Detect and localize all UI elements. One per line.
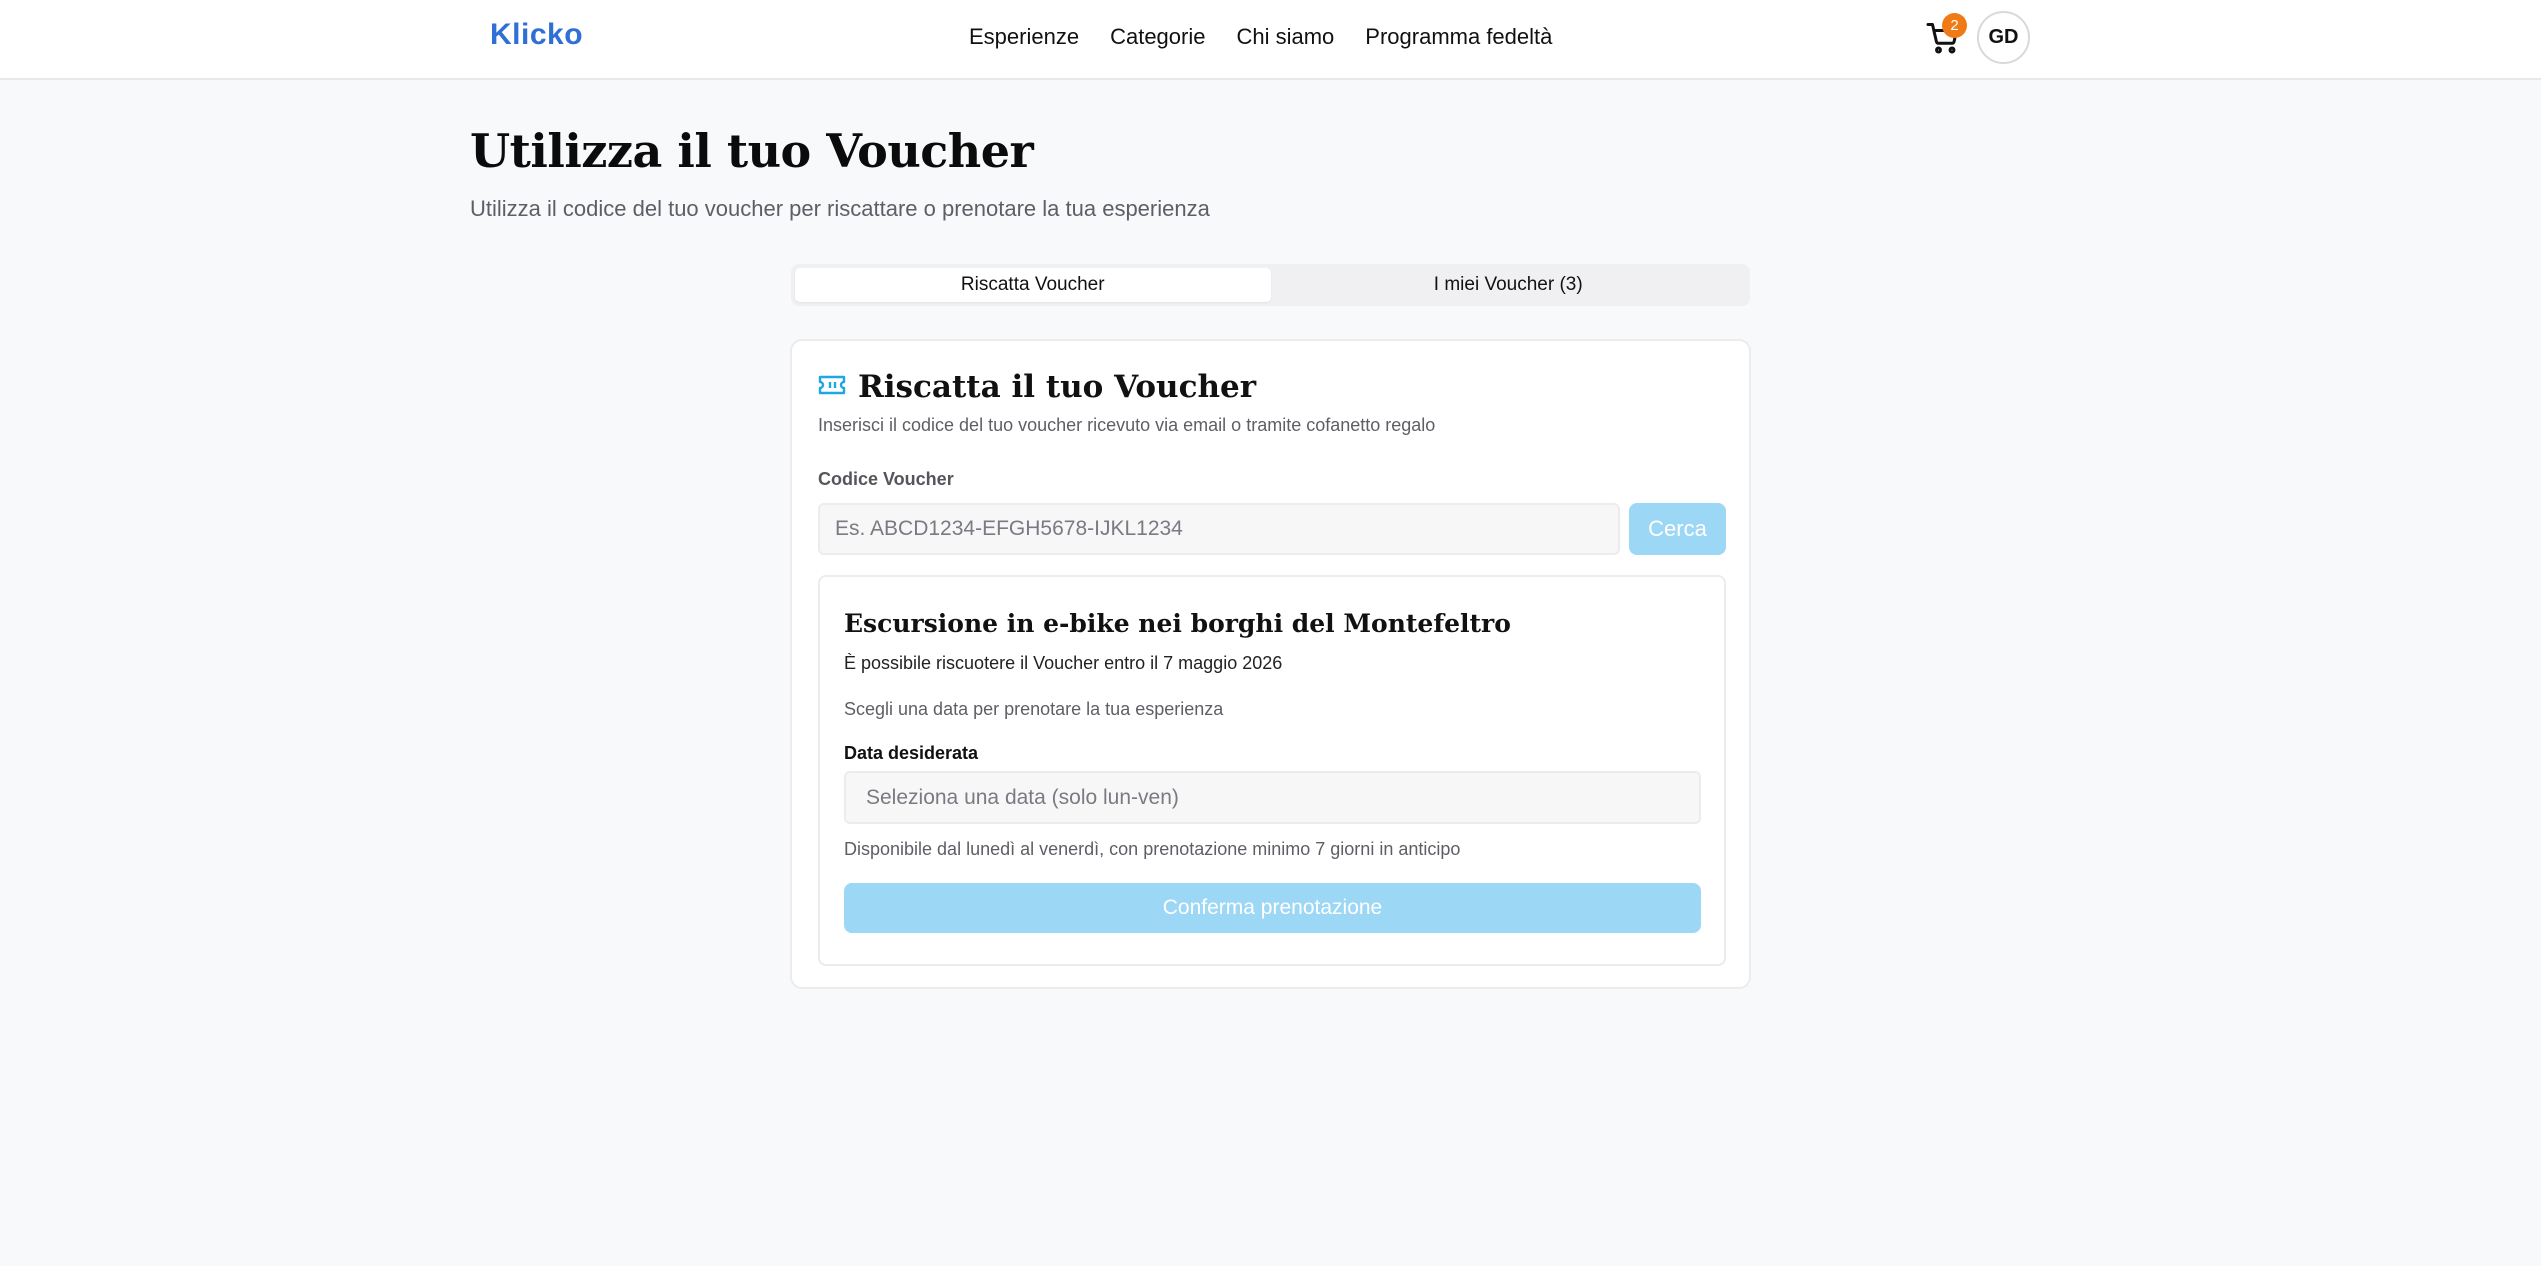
search-button[interactable]: Cerca [1629, 503, 1726, 555]
tab-riscatta-voucher[interactable]: Riscatta Voucher [795, 268, 1271, 302]
choose-date-text: Scegli una data per prenotare la tua esp… [844, 699, 1224, 719]
top-navbar: Klicko Esperienze Categorie Chi siamo Pr… [0, 0, 2541, 80]
redeem-deadline: È possibile riscuotere il Voucher entro … [844, 653, 1283, 673]
main-nav: Esperienze Categorie Chi siamo Programma… [969, 24, 1552, 50]
nav-link-chi-siamo[interactable]: Chi siamo [1236, 24, 1334, 50]
ticket-icon [818, 374, 846, 401]
logo[interactable]: Klicko [490, 18, 583, 52]
voucher-tabs: Riscatta Voucher I miei Voucher (3) [791, 264, 1750, 306]
nav-link-categorie[interactable]: Categorie [1110, 24, 1205, 50]
voucher-code-label: Codice Voucher [818, 469, 954, 489]
date-label: Data desiderata [844, 743, 979, 763]
voucher-code-input[interactable] [818, 503, 1620, 555]
tab-miei-voucher[interactable]: I miei Voucher (3) [1271, 268, 1747, 302]
confirm-booking-button[interactable]: Conferma prenotazione [844, 883, 1701, 933]
redeem-voucher-card: Riscatta il tuo Voucher Inserisci il cod… [790, 339, 1751, 989]
card-description: Inserisci il codice del tuo voucher rice… [818, 415, 1436, 435]
experience-panel: Escursione in e-bike nei borghi del Mont… [818, 575, 1726, 966]
date-hint: Disponibile dal lunedì al venerdì, con p… [844, 839, 1461, 859]
card-title: Riscatta il tuo Voucher [858, 369, 1257, 405]
experience-title: Escursione in e-bike nei borghi del Mont… [844, 609, 1511, 638]
date-input[interactable] [844, 771, 1701, 824]
page-subtitle: Utilizza il codice del tuo voucher per r… [470, 196, 1210, 221]
nav-link-programma-fedelta[interactable]: Programma fedeltà [1365, 24, 1552, 50]
page-title: Utilizza il tuo Voucher [470, 124, 1034, 178]
user-avatar[interactable]: GD [1977, 11, 2030, 64]
nav-link-esperienze[interactable]: Esperienze [969, 24, 1079, 50]
cart-count-badge: 2 [1942, 13, 1967, 38]
card-header: Riscatta il tuo Voucher [818, 369, 1256, 405]
